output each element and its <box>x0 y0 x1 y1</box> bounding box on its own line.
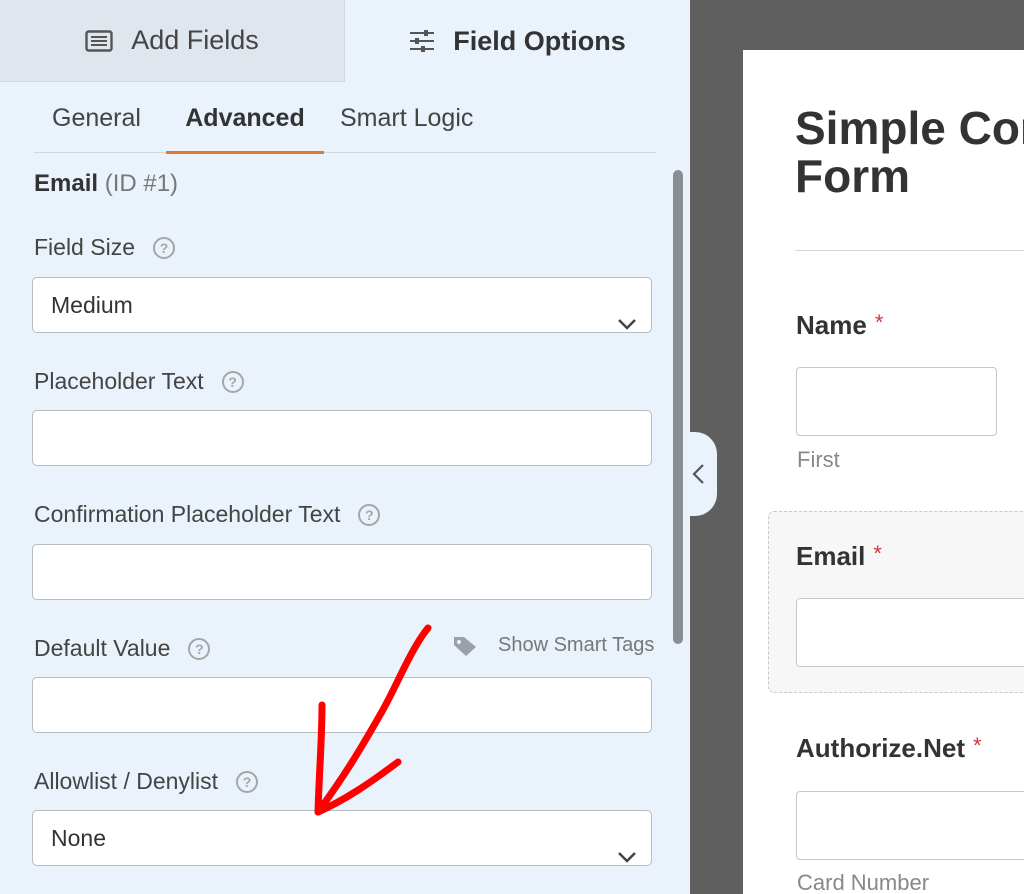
required-marker: * <box>973 733 982 758</box>
placeholder-text-label: Placeholder Text ? <box>34 368 244 395</box>
show-smart-tags-text: Show Smart Tags <box>498 634 655 656</box>
help-icon[interactable]: ? <box>221 370 244 393</box>
tab-field-options-label: Field Options <box>453 25 626 56</box>
preview-authorize-label[interactable]: Authorize.Net * <box>796 733 982 764</box>
required-marker: * <box>874 310 884 335</box>
help-icon[interactable]: ? <box>152 236 175 259</box>
form-divider <box>795 250 1024 251</box>
tab-field-options[interactable]: Field Options <box>345 0 690 82</box>
preview-name-first-sublabel: First <box>797 447 840 472</box>
preview-email-label-text: Email <box>796 541 866 571</box>
preview-name-label-text: Name <box>796 310 867 340</box>
preview-card-number-input[interactable] <box>796 791 1024 860</box>
chevron-left-icon <box>691 463 707 490</box>
field-size-value: Medium <box>51 292 133 318</box>
chevron-down-icon <box>617 296 637 350</box>
options-scroll-area: Email (ID #1) Field Size ? Medium Placeh… <box>0 154 690 894</box>
field-size-select[interactable]: Medium <box>32 277 652 333</box>
allowlist-denylist-label: Allowlist / Denylist ? <box>34 768 259 795</box>
preview-name-label[interactable]: Name * <box>796 310 883 341</box>
required-marker: * <box>873 541 882 566</box>
preview-card-number-sublabel: Card Number <box>797 870 930 894</box>
field-name: Email <box>34 170 99 197</box>
field-heading: Email (ID #1) <box>34 170 178 198</box>
help-icon[interactable]: ? <box>188 637 211 660</box>
preview-authorize-label-text: Authorize.Net <box>796 733 965 763</box>
allowlist-denylist-label-text: Allowlist / Denylist <box>34 768 219 794</box>
field-size-label: Field Size ? <box>34 234 175 261</box>
collapse-panel-toggle[interactable] <box>683 432 717 516</box>
preview-email-input[interactable] <box>796 598 1024 667</box>
placeholder-text-input[interactable] <box>32 410 652 466</box>
default-value-label-text: Default Value <box>34 635 171 661</box>
allowlist-denylist-value: None <box>51 825 106 851</box>
default-value-label: Default Value ? <box>34 635 211 662</box>
tab-add-fields[interactable]: Add Fields <box>0 0 345 82</box>
confirmation-placeholder-label-text: Confirmation Placeholder Text <box>34 501 341 527</box>
form-title: Simple Contact Form <box>795 102 1024 202</box>
allowlist-denylist-select[interactable]: None <box>32 810 652 866</box>
default-value-input[interactable] <box>32 677 652 733</box>
preview-email-label[interactable]: Email * <box>796 541 882 572</box>
field-size-label-text: Field Size <box>34 234 135 260</box>
subtab-general[interactable]: General <box>52 92 141 153</box>
list-icon <box>85 29 113 52</box>
field-options-panel: Add Fields Field Options General Advance… <box>0 0 690 894</box>
confirmation-placeholder-input[interactable] <box>32 544 652 600</box>
tags-icon <box>452 635 480 657</box>
options-subtabs: General Advanced Smart Logic <box>34 92 656 154</box>
subtab-advanced[interactable]: Advanced <box>166 92 324 154</box>
help-icon[interactable]: ? <box>236 770 259 793</box>
preview-name-first-input[interactable] <box>796 367 997 436</box>
sliders-icon <box>409 29 435 53</box>
show-smart-tags-link[interactable]: Show Smart Tags <box>452 634 654 657</box>
placeholder-text-label-text: Placeholder Text <box>34 368 204 394</box>
field-id: (ID #1) <box>104 170 179 197</box>
subtab-smart-logic[interactable]: Smart Logic <box>340 92 473 153</box>
confirmation-placeholder-label: Confirmation Placeholder Text ? <box>34 501 381 528</box>
panel-tabs: Add Fields Field Options <box>0 0 690 82</box>
chevron-down-icon <box>617 829 637 883</box>
tab-add-fields-label: Add Fields <box>131 25 259 55</box>
panel-scrollbar[interactable] <box>673 170 683 644</box>
form-preview-card: Simple Contact Form Name * First Email * A… <box>743 50 1024 894</box>
help-icon[interactable]: ? <box>358 503 381 526</box>
